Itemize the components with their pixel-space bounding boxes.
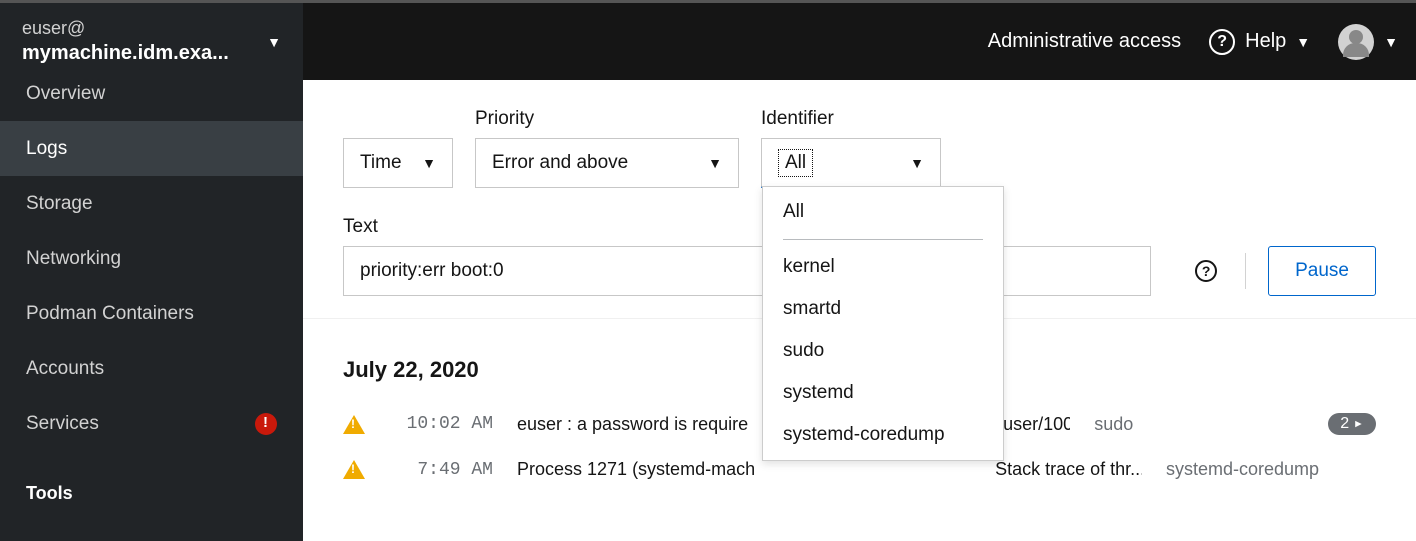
topbar: euser@ mymachine.idm.exa... ▼ Administra… (0, 0, 1416, 80)
priority-filter-value: Error and above (492, 152, 628, 174)
main-content: Time ▼ Priority Error and above ▼ Identi… (303, 80, 1416, 541)
identifier-option-kernel[interactable]: kernel (763, 246, 1003, 288)
sidebar-item-label: Services (26, 413, 99, 435)
log-message: Process 1271 (systemd-machStack trace of… (517, 459, 1142, 480)
sidebar-item-storage[interactable]: Storage (0, 176, 303, 231)
log-time: 7:49 AM (389, 460, 493, 480)
host-switcher-text: euser@ mymachine.idm.exa... (22, 16, 267, 67)
warning-icon (343, 460, 365, 479)
log-count-badge[interactable]: 2 ▼ (1328, 413, 1376, 435)
dropdown-divider (783, 239, 983, 240)
pause-button[interactable]: Pause (1268, 246, 1376, 296)
administrative-access-button[interactable]: Administrative access (988, 30, 1181, 53)
log-filters: Time ▼ Priority Error and above ▼ Identi… (303, 80, 1416, 319)
sidebar: Overview Logs Storage Networking Podman … (0, 80, 303, 541)
host-user: euser@ (22, 16, 267, 40)
alert-icon (255, 413, 277, 435)
avatar-icon (1338, 24, 1374, 60)
help-menu[interactable]: ? Help ▼ (1209, 29, 1310, 55)
chevron-down-icon: ▼ (910, 155, 924, 171)
sidebar-item-services[interactable]: Services (0, 396, 303, 451)
sidebar-item-label: Accounts (26, 358, 104, 380)
identifier-filter-select[interactable]: All ▼ All kernel smartd sudo systemd sys… (761, 138, 941, 188)
sidebar-item-accounts[interactable]: Accounts (0, 341, 303, 396)
log-time: 10:02 AM (389, 414, 493, 434)
warning-icon (343, 415, 365, 434)
help-label: Help (1245, 30, 1286, 53)
identifier-option-sudo[interactable]: sudo (763, 330, 1003, 372)
text-filter-label: Text (343, 216, 1151, 246)
sidebar-item-label: Podman Containers (26, 303, 194, 325)
sidebar-item-label: Networking (26, 248, 121, 270)
log-count: 2 (1340, 415, 1349, 433)
chevron-down-icon: ▼ (267, 34, 281, 50)
identifier-dropdown: All kernel smartd sudo systemd systemd-c… (762, 186, 1004, 461)
sidebar-heading-tools: Tools (0, 483, 303, 504)
chevron-down-icon: ▼ (422, 155, 436, 171)
chevron-down-icon: ▼ (1384, 34, 1398, 50)
text-filter-input[interactable] (343, 246, 1151, 296)
priority-filter-select[interactable]: Error and above ▼ (475, 138, 739, 188)
time-filter-select[interactable]: Time ▼ (343, 138, 453, 188)
text-filter-help[interactable]: ? (1189, 246, 1223, 296)
sidebar-item-networking[interactable]: Networking (0, 231, 303, 286)
identifier-option-all[interactable]: All (763, 191, 1003, 233)
chevron-right-icon: ▼ (1353, 419, 1365, 430)
sidebar-item-label: Overview (26, 83, 105, 105)
sidebar-item-logs[interactable]: Logs (0, 121, 303, 176)
identifier-option-smartd[interactable]: smartd (763, 288, 1003, 330)
chevron-down-icon: ▼ (1296, 34, 1310, 50)
host-switcher[interactable]: euser@ mymachine.idm.exa... ▼ (0, 3, 303, 80)
log-identifier: systemd-coredump (1166, 459, 1376, 480)
identifier-filter-value: All (778, 149, 813, 177)
sidebar-item-overview[interactable]: Overview (0, 80, 303, 121)
identifier-label: Identifier (761, 108, 941, 138)
identifier-option-systemd-coredump[interactable]: systemd-coredump (763, 414, 1003, 456)
time-filter-value: Time (360, 152, 402, 174)
host-name: mymachine.idm.exa... (22, 40, 267, 67)
sidebar-item-label: Logs (26, 138, 67, 160)
help-icon: ? (1195, 260, 1217, 282)
sidebar-item-label: Storage (26, 193, 93, 215)
sidebar-item-podman-containers[interactable]: Podman Containers (0, 286, 303, 341)
topbar-right: Administrative access ? Help ▼ ▼ (303, 24, 1416, 60)
user-menu[interactable]: ▼ (1338, 24, 1398, 60)
divider (1245, 253, 1246, 289)
identifier-option-systemd[interactable]: systemd (763, 372, 1003, 414)
help-icon: ? (1209, 29, 1235, 55)
log-identifier: sudo (1094, 414, 1304, 435)
chevron-down-icon: ▼ (708, 155, 722, 171)
priority-label: Priority (475, 108, 739, 138)
